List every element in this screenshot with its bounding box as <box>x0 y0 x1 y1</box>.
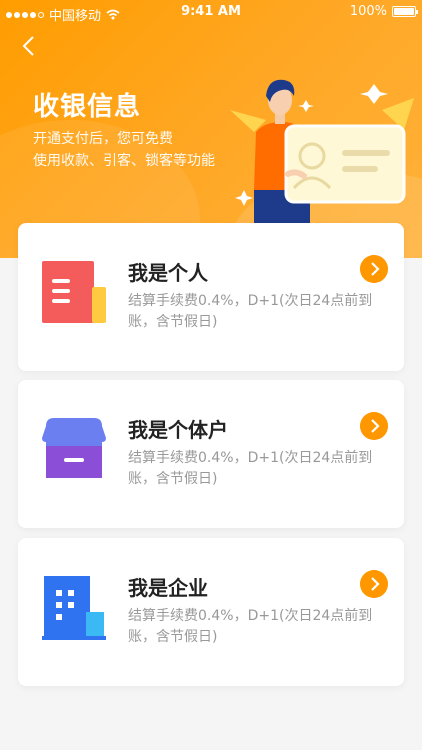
building-icon <box>42 576 106 640</box>
person-with-card-illustration <box>230 79 414 228</box>
option-description: 结算手续费0.4%，D+1(次日24点前到账，含节假日) <box>128 608 373 645</box>
page-title: 收银信息 <box>33 92 142 122</box>
chevron-right-icon[interactable] <box>360 255 388 283</box>
status-bar: 中国移动 9:41 AM 100% <box>0 0 422 26</box>
option-title: 我是个人 <box>128 261 208 285</box>
header-banner: 中国移动 9:41 AM 100% 收银信息 开通支付后，您可免费 使用收款、引… <box>0 0 422 258</box>
option-title: 我是企业 <box>128 576 208 600</box>
page-description: 开通支付后，您可免费 使用收款、引客、锁客等功能 <box>33 128 215 172</box>
battery-icon <box>392 6 418 17</box>
option-card-enterprise[interactable]: 我是企业 结算手续费0.4%，D+1(次日24点前到账，含节假日) <box>18 538 404 686</box>
store-icon <box>42 418 106 478</box>
option-description: 结算手续费0.4%，D+1(次日24点前到账，含节假日) <box>128 450 373 487</box>
battery-percent: 100% <box>349 4 387 19</box>
option-description: 结算手续费0.4%，D+1(次日24点前到账，含节假日) <box>128 293 373 330</box>
option-title: 我是个体户 <box>128 418 228 442</box>
document-icon <box>42 261 106 323</box>
back-arrow-icon[interactable] <box>18 34 42 58</box>
description-line: 开通支付后，您可免费 <box>33 131 173 147</box>
chevron-right-icon[interactable] <box>360 570 388 598</box>
option-card-personal[interactable]: 我是个人 结算手续费0.4%，D+1(次日24点前到账，含节假日) <box>18 223 404 371</box>
chevron-right-icon[interactable] <box>360 412 388 440</box>
description-line: 使用收款、引客、锁客等功能 <box>33 153 215 169</box>
option-card-individual-business[interactable]: 我是个体户 结算手续费0.4%，D+1(次日24点前到账，含节假日) <box>18 380 404 528</box>
